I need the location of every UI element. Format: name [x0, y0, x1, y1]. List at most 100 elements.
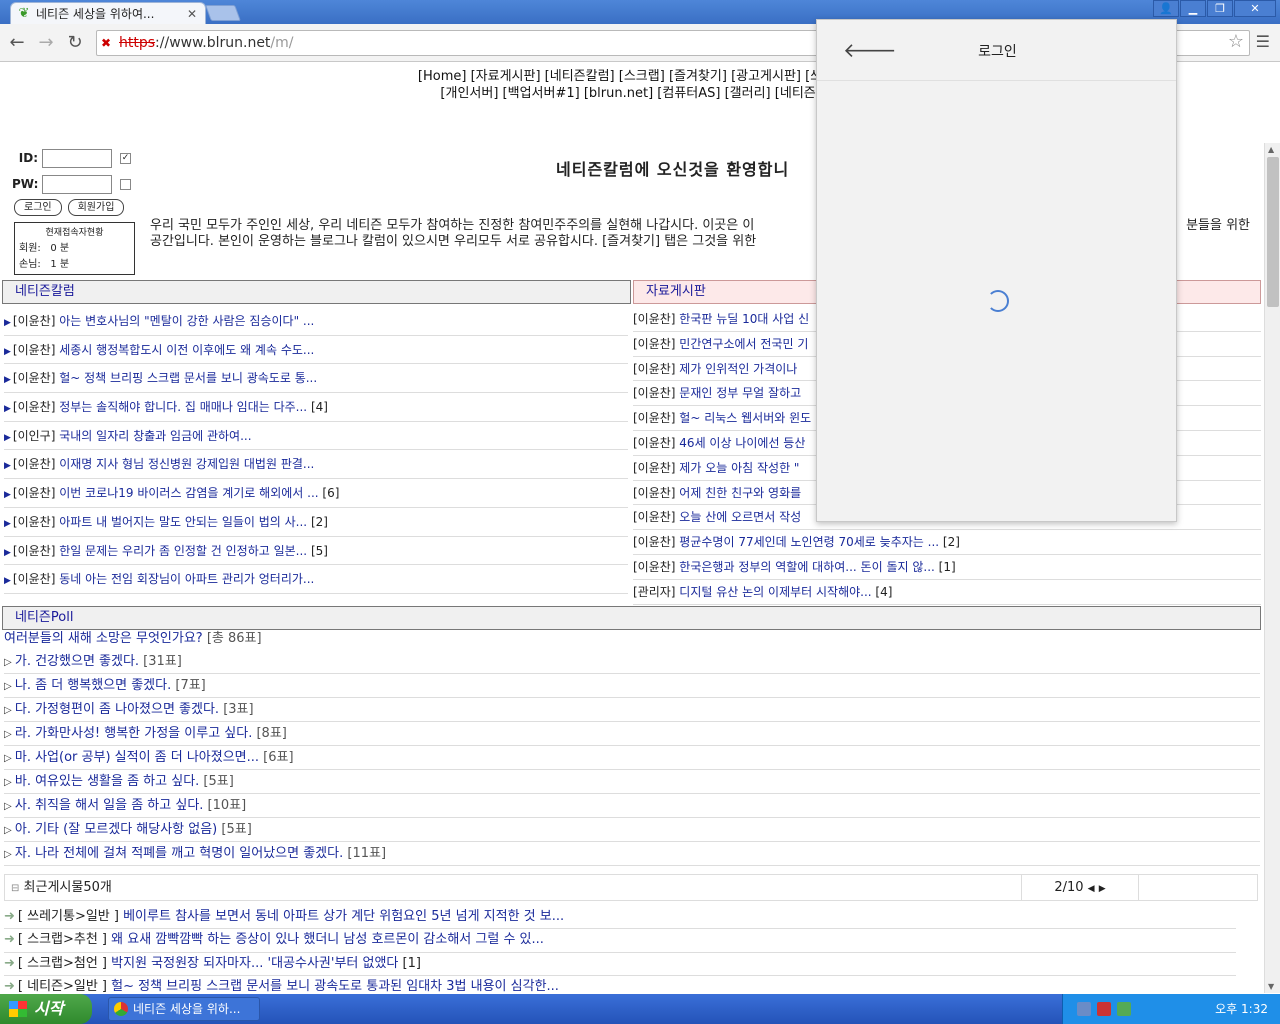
- login-button[interactable]: 로그인: [14, 199, 62, 216]
- security-shield-icon[interactable]: [1097, 1002, 1111, 1016]
- network-icon[interactable]: [1077, 1002, 1091, 1016]
- list-item[interactable]: [이윤찬] 한국은행과 정부의 역할에 대하여... 돈이 돌지 않... [1…: [633, 555, 1261, 580]
- forward-arrow-icon[interactable]: →: [35, 32, 57, 54]
- post-title[interactable]: 한국은행과 정부의 역할에 대하여... 돈이 돌지 않...: [675, 560, 935, 574]
- poll-option[interactable]: ▷ 나. 좀 더 행복했으면 좋겠다. [7표]: [4, 674, 1260, 698]
- restore-icon[interactable]: ❐: [1207, 0, 1233, 17]
- scroll-down-icon[interactable]: ▼: [1268, 982, 1274, 991]
- list-item[interactable]: ▶ [이윤찬] 아파트 내 벌어지는 말도 안되는 일들이 법의 사... [2]: [4, 508, 628, 537]
- collapse-icon[interactable]: ⊟: [11, 883, 19, 894]
- poll-option[interactable]: ▷ 라. 가화만사성! 행복한 가정을 이루고 싶다. [8표]: [4, 722, 1260, 746]
- taskbar-chrome-task[interactable]: 네티즌 세상을 위하...: [108, 997, 260, 1021]
- list-item[interactable]: ▶ [이윤찬] 아는 변호사님의 "멘탈이 강한 사람은 짐승이다" ...: [4, 307, 628, 336]
- poll-option[interactable]: ▷ 자. 나라 전체에 걸쳐 적폐를 깨고 혁명이 일어났으면 좋겠다. [11…: [4, 842, 1260, 866]
- recent-post-title[interactable]: 베이루트 참사를 보면서 동네 아파트 상가 계단 위험요인 5년 넘게 지적한…: [119, 909, 564, 924]
- update-icon[interactable]: [1117, 1002, 1131, 1016]
- recent-post[interactable]: ➜[ 스크랩>추천 ] 왜 요새 깜빡깜빡 하는 증상이 있나 했더니 남성 호…: [4, 929, 1236, 953]
- post-title[interactable]: 오늘 산에 오르면서 작성: [675, 510, 801, 524]
- start-button[interactable]: 시작: [0, 994, 92, 1024]
- post-title[interactable]: 46세 이상 나이에선 등산: [675, 436, 805, 450]
- post-title[interactable]: 헐~ 리눅스 웹서버와 윈도: [675, 411, 811, 425]
- poll-option[interactable]: ▷ 아. 기타 (잘 모르겠다 해당사항 없음) [5표]: [4, 818, 1260, 842]
- list-item[interactable]: ▶ [이윤찬] 이번 코로나19 바이러스 감염을 계기로 해외에서 ... [6…: [4, 479, 628, 508]
- poll-question[interactable]: 여러분들의 새해 소망은 무엇인가요? [총 86표]: [4, 628, 1260, 650]
- post-title[interactable]: 아는 변호사님의 "멘탈이 강한 사람은 짐승이다" ...: [55, 314, 314, 328]
- list-item[interactable]: ▶ [이인구] 국내의 일자리 창출과 임금에 관하여...: [4, 422, 628, 451]
- poll-option[interactable]: ▷ 마. 사업(or 공부) 실적이 좀 더 나아졌으면... [6표]: [4, 746, 1260, 770]
- recent-post[interactable]: ➜[ 네티즌>일반 ] 헐~ 정책 브리핑 스크랩 문서를 보니 광속도로 통과…: [4, 976, 1236, 993]
- prev-page-icon[interactable]: ◀: [1088, 884, 1095, 894]
- list-item[interactable]: [이윤찬] 평균수명이 77세인데 노인연령 70세로 늦추자는 ... [2]: [633, 530, 1261, 555]
- topnav-link[interactable]: [컴퓨터AS]: [657, 86, 720, 101]
- post-title[interactable]: 한국판 뉴딜 10대 사업 신: [675, 312, 809, 326]
- poll-option[interactable]: ▷ 다. 가정형편이 좀 나아졌으면 좋겠다. [3표]: [4, 698, 1260, 722]
- poll-option[interactable]: ▷ 사. 취직을 해서 일을 좀 하고 싶다. [10표]: [4, 794, 1260, 818]
- new-tab-button[interactable]: [205, 5, 241, 21]
- post-title[interactable]: 이재명 지사 형님 정신병원 강제입원 대법원 판결...: [55, 457, 314, 471]
- post-title[interactable]: 헐~ 정책 브리핑 스크랩 문서를 보니 광속도로 통...: [55, 371, 317, 385]
- menu-icon[interactable]: ☰: [1256, 32, 1270, 51]
- post-title[interactable]: 국내의 일자리 창출과 임금에 관하여...: [55, 429, 251, 443]
- post-title[interactable]: 동네 아는 전임 회장님이 아파트 관리가 엉터리가...: [55, 572, 314, 586]
- password-input[interactable]: [42, 174, 112, 194]
- post-title[interactable]: 정부는 솔직해야 합니다. 집 매매나 임대는 다주...: [55, 400, 307, 414]
- topnav-link[interactable]: [즐겨찾기]: [669, 69, 727, 84]
- scroll-up-icon[interactable]: ▲: [1268, 145, 1274, 154]
- page-scrollbar[interactable]: ▲ ▼: [1264, 143, 1280, 993]
- post-title[interactable]: 세종시 행정복합도시 이전 이후에도 왜 계속 수도...: [55, 343, 314, 357]
- list-item[interactable]: ▶ [이윤찬] 한일 문제는 우리가 좀 인정할 건 인정하고 일본... [5]: [4, 537, 628, 566]
- minimize-icon[interactable]: ▁: [1180, 0, 1206, 17]
- topnav-link[interactable]: [백업서버#1]: [503, 86, 580, 101]
- windows-logo-icon: [9, 1001, 27, 1017]
- topnav-link[interactable]: [개인서버]: [440, 86, 498, 101]
- bookmark-star-icon[interactable]: ☆: [1228, 31, 1244, 52]
- join-button[interactable]: 회원가입: [67, 199, 125, 216]
- post-title[interactable]: 문재인 정부 무얼 잘하고: [675, 386, 801, 400]
- column-section-header[interactable]: 네티즌칼럼: [2, 280, 631, 304]
- recent-post-title[interactable]: 왜 요새 깜빡깜빡 하는 증상이 있나 했더니 남성 호르몬이 감소해서 그럴 …: [107, 932, 544, 947]
- topnav-link[interactable]: [blrun.net]: [584, 86, 653, 101]
- recent-post-title[interactable]: 박지원 국정원장 되자마자... '대공수사권'부터 없앴다: [107, 956, 398, 971]
- post-title[interactable]: 한일 문제는 우리가 좀 인정할 건 인정하고 일본...: [55, 544, 307, 558]
- recent-post[interactable]: ➜[ 스크랩>첨언 ] 박지원 국정원장 되자마자... '대공수사권'부터 없…: [4, 953, 1236, 976]
- topnav-link[interactable]: [네티즌칼럼]: [545, 69, 615, 84]
- back-arrow-icon[interactable]: ←: [6, 32, 28, 54]
- close-window-icon[interactable]: ✕: [1234, 0, 1276, 17]
- list-item[interactable]: ▶ [이윤찬] 이재명 지사 형님 정신병원 강제입원 대법원 판결...: [4, 450, 628, 480]
- list-item[interactable]: [관리자] 디지털 유산 논의 이제부터 시작해야... [4]: [633, 580, 1261, 605]
- poll-option[interactable]: ▷ 바. 여유있는 생활을 좀 하고 싶다. [5표]: [4, 770, 1260, 794]
- topnav-link[interactable]: [스크랩]: [619, 69, 665, 84]
- user-icon[interactable]: 👤: [1153, 0, 1179, 17]
- start-label: 시작: [34, 999, 64, 1018]
- list-item[interactable]: ▶ [이윤찬] 헐~ 정책 브리핑 스크랩 문서를 보니 광속도로 통...: [4, 364, 628, 394]
- recent-post-title[interactable]: 헐~ 정책 브리핑 스크랩 문서를 보니 광속도로 통과된 임대차 3법 내용이…: [107, 979, 559, 993]
- poll-option-label: 다. 가정형편이 좀 나아졌으면 좋겠다.: [14, 702, 220, 717]
- tab-close-icon[interactable]: ✕: [185, 7, 199, 21]
- topnav-link[interactable]: [Home]: [418, 69, 467, 84]
- poll-section-header[interactable]: 네티즌Poll: [2, 606, 1261, 630]
- post-title[interactable]: 이번 코로나19 바이러스 감염을 계기로 해외에서 ...: [55, 486, 318, 500]
- poll-option[interactable]: ▷ 가. 건강했으면 좋겠다. [31표]: [4, 650, 1260, 674]
- post-title[interactable]: 제가 인위적인 가격이나: [675, 362, 797, 376]
- secure-login-checkbox[interactable]: [120, 178, 131, 190]
- list-item[interactable]: ▶ [이윤찬] 정부는 솔직해야 합니다. 집 매매나 임대는 다주... [4]: [4, 393, 628, 422]
- id-input[interactable]: [42, 148, 112, 168]
- scroll-thumb[interactable]: [1267, 157, 1279, 307]
- post-title[interactable]: 제가 오늘 아침 작성한 ": [675, 461, 799, 475]
- post-title[interactable]: 평균수명이 77세인데 노인연령 70세로 늦추자는 ...: [675, 535, 939, 549]
- recent-post[interactable]: ➜[ 쓰레기통>일반 ] 베이루트 참사를 보면서 동네 아파트 상가 계단 위…: [4, 906, 1236, 930]
- remember-id-checkbox[interactable]: ✓: [120, 152, 131, 164]
- list-item[interactable]: ▶ [이윤찬] 동네 아는 전임 회장님이 아파트 관리가 엉터리가...: [4, 565, 628, 594]
- topnav-link[interactable]: [광고게시판]: [731, 69, 801, 84]
- reload-icon[interactable]: ↻: [64, 32, 86, 54]
- next-page-icon[interactable]: ▶: [1099, 884, 1106, 894]
- post-title[interactable]: 어제 친한 친구와 영화를: [675, 486, 801, 500]
- poll-option-label: 라. 가화만사성! 행복한 가정을 이루고 싶다.: [14, 726, 253, 741]
- post-title[interactable]: 민간연구소에서 전국민 기: [675, 337, 808, 351]
- post-title[interactable]: 디지털 유산 논의 이제부터 시작해야...: [675, 585, 871, 599]
- browser-tab[interactable]: ❦ 네티즌 세상을 위하여... ✕: [10, 2, 206, 24]
- post-title[interactable]: 아파트 내 벌어지는 말도 안되는 일들이 법의 사...: [55, 515, 307, 529]
- list-item[interactable]: ▶ [이윤찬] 세종시 행정복합도시 이전 이후에도 왜 계속 수도...: [4, 336, 628, 365]
- topnav-link[interactable]: [갤러리]: [725, 86, 771, 101]
- topnav-link[interactable]: [자료게시판]: [471, 69, 541, 84]
